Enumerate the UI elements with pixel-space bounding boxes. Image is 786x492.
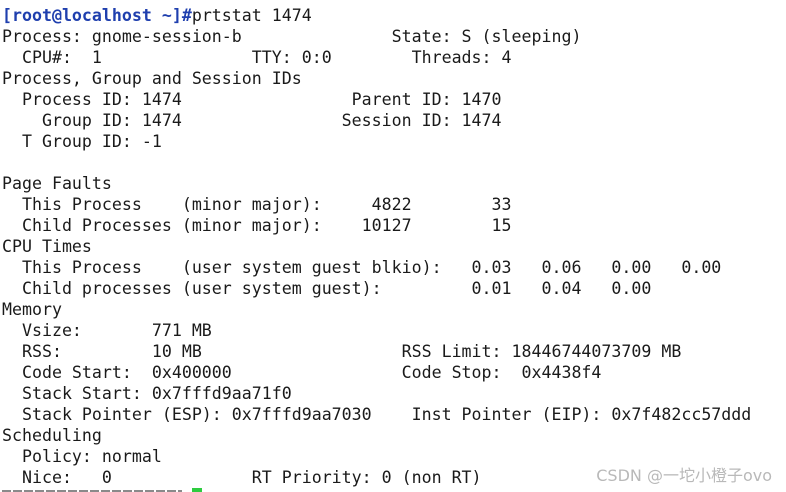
output-line: Process: gnome-session-b State: S (sleep… [2, 27, 582, 46]
output-line: Process ID: 1474 Parent ID: 1470 [2, 90, 502, 109]
terminal-window[interactable]: [root@localhost ~]#prtstat 1474 Process:… [0, 0, 786, 492]
output-line: CPU Times [2, 237, 92, 256]
next-prompt-partial [2, 488, 182, 492]
output-line: Stack Pointer (ESP): 0x7fffd9aa7030 Inst… [2, 405, 752, 424]
output-line: Page Faults [2, 174, 112, 193]
output-line: This Process (user system guest blkio): … [2, 258, 722, 277]
output-line: CPU#: 1 TTY: 0:0 Threads: 4 [2, 48, 512, 67]
output-line: Child processes (user system guest): 0.0… [2, 279, 652, 298]
output-line: Vsize: 771 MB [2, 321, 212, 340]
output-line: This Process (minor major): 4822 33 [2, 195, 512, 214]
output-line: Stack Start: 0x7fffd9aa71f0 [2, 384, 292, 403]
output-line: Nice: 0 RT Priority: 0 (non RT) [2, 468, 482, 487]
output-line: Group ID: 1474 Session ID: 1474 [2, 111, 502, 130]
output-line: Code Start: 0x400000 Code Stop: 0x4438f4 [2, 363, 602, 382]
output-line: Policy: normal [2, 447, 162, 466]
terminal-cursor[interactable] [192, 488, 202, 492]
command-text: prtstat 1474 [191, 6, 312, 25]
output-line: Child Processes (minor major): 10127 15 [2, 216, 512, 235]
output-line: T Group ID: -1 [2, 132, 162, 151]
output-line: Memory [2, 300, 62, 319]
watermark: CSDN @一坨小橙子ovo [596, 466, 772, 485]
output-line: RSS: 10 MB RSS Limit: 18446744073709 MB [2, 342, 682, 361]
output-line: Scheduling [2, 426, 102, 445]
output-line: Process, Group and Session IDs [2, 69, 302, 88]
prompt-line: [root@localhost ~]#prtstat 1474 [2, 5, 312, 26]
shell-prompt: [root@localhost ~]# [2, 6, 192, 25]
